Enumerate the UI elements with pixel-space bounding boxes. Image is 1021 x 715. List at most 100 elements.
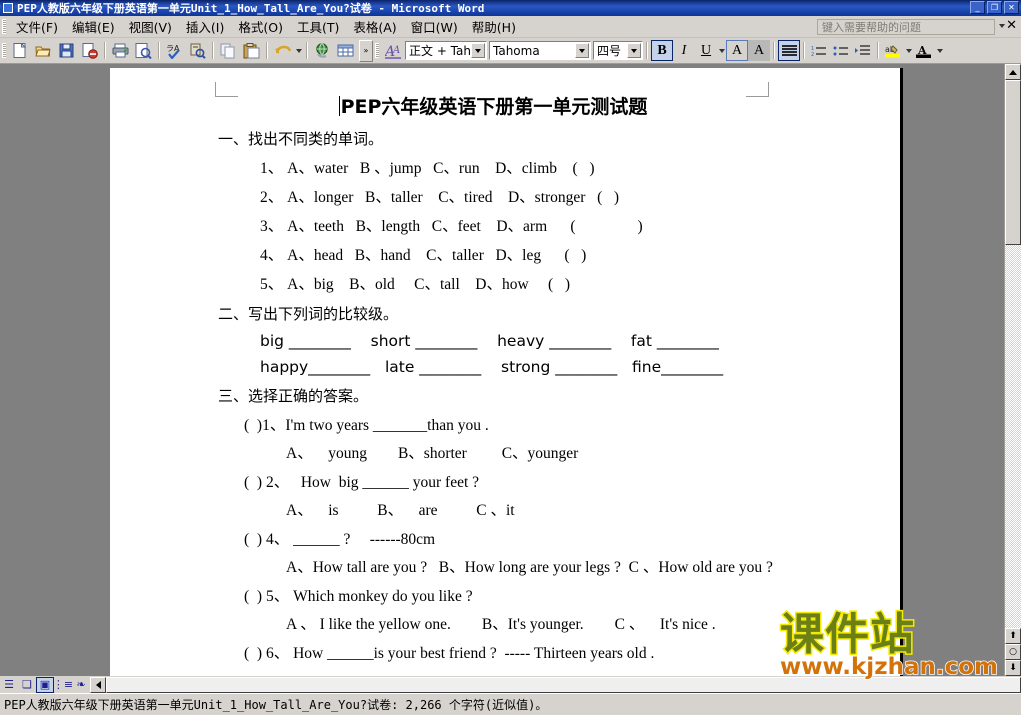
circle-icon: ○ — [1009, 647, 1017, 657]
chevron-down-icon[interactable] — [999, 24, 1005, 28]
font-dropdown-icon[interactable] — [575, 43, 589, 58]
font-size-dropdown-icon[interactable] — [627, 43, 641, 58]
document-canvas[interactable]: PEP六年级英语下册第一单元测试题 一、找出不同类的单词。 1、 A、water… — [0, 64, 1021, 676]
highlight-dropdown-icon[interactable] — [904, 40, 913, 61]
standard-toolbar-drag-handle[interactable] — [2, 43, 6, 58]
toolbar-separator — [212, 42, 214, 59]
menu-item-tools[interactable]: 工具(T) — [290, 15, 346, 38]
next-page-button[interactable]: ⬇ — [1005, 660, 1021, 676]
normal-view-button[interactable]: ☰ — [0, 677, 18, 693]
web-layout-view-button[interactable]: ❏ — [18, 677, 36, 693]
spelling-check-icon[interactable]: ラA — [164, 40, 185, 61]
highlight-button[interactable]: ab — [882, 40, 904, 61]
toolbar-separator — [773, 42, 775, 59]
question-row: 1、 A、water B 、jump C、run D、climb ( ) — [260, 160, 595, 177]
font-combobox[interactable]: Tahoma — [489, 41, 591, 60]
underline-dropdown-icon[interactable] — [717, 40, 726, 61]
help-search-input[interactable]: 键入需要帮助的问题 — [817, 19, 995, 35]
bulleted-list-button[interactable] — [830, 40, 852, 61]
horizontal-scrollbar-row: ☰ ❏ ▣ ⋮≡ ❧ — [0, 676, 1021, 693]
print-preview-icon[interactable] — [133, 40, 154, 61]
word-document-icon — [2, 2, 14, 14]
vertical-scroll-thumb[interactable] — [1005, 80, 1021, 245]
svg-text:2: 2 — [811, 52, 814, 57]
horizontal-scroll-track[interactable] — [106, 676, 1021, 693]
print-layout-view-button[interactable]: ▣ — [36, 676, 54, 693]
align-justify-button[interactable] — [778, 40, 800, 61]
choice-question: ( )1、I'm two years _______than you . — [244, 417, 489, 434]
insert-hyperlink-icon[interactable] — [312, 40, 333, 61]
choice-question: ( ) 6、 How ______is your best friend ? -… — [244, 645, 655, 662]
font-color-dropdown-icon[interactable] — [935, 40, 944, 61]
toolbar: ラA » AA 正文 + Tahc Tahoma 四号 B I U A A 1 … — [0, 38, 1021, 64]
style-combobox[interactable]: 正文 + Tahc — [405, 41, 487, 60]
research-icon[interactable] — [187, 40, 208, 61]
menu-item-format[interactable]: 格式(O) — [231, 15, 290, 38]
page-title: PEP六年级英语下册第一单元测试题 — [110, 92, 900, 119]
undo-icon[interactable] — [272, 40, 293, 61]
section-heading-two: 二、写出下列词的比较级。 — [218, 305, 399, 323]
close-document-button[interactable]: ✕ — [1006, 18, 1017, 34]
formatting-toolbar-drag-handle[interactable] — [375, 43, 379, 58]
status-bar: PEP人教版六年级下册英语第一单元Unit_1_How_Tall_Are_You… — [0, 693, 1021, 715]
shrink-font-button[interactable]: A — [748, 40, 770, 61]
toolbar-separator — [646, 42, 648, 59]
toolbar-separator — [266, 42, 268, 59]
paste-icon[interactable] — [241, 40, 262, 61]
insert-table-icon[interactable] — [335, 40, 356, 61]
toolbar-separator — [877, 42, 879, 59]
style-dropdown-icon[interactable] — [471, 43, 485, 58]
vertical-scroll-track[interactable] — [1005, 80, 1021, 660]
toolbar-separator — [104, 42, 106, 59]
scroll-left-button[interactable] — [90, 676, 106, 693]
save-icon[interactable] — [56, 40, 77, 61]
increase-indent-button[interactable] — [852, 40, 874, 61]
document-page[interactable]: PEP六年级英语下册第一单元测试题 一、找出不同类的单词。 1、 A、water… — [110, 68, 903, 676]
question-row: 3、 A、teeth B、length C、feet D、arm ( ) — [260, 218, 643, 235]
open-folder-icon[interactable] — [33, 40, 54, 61]
grow-font-button[interactable]: A — [726, 40, 748, 61]
print-icon[interactable] — [110, 40, 131, 61]
toolbar-overflow-button[interactable]: » — [359, 39, 373, 62]
menu-item-edit[interactable]: 编辑(E) — [65, 15, 122, 38]
toolbar-separator — [158, 42, 160, 59]
italic-button[interactable]: I — [673, 40, 695, 61]
reading-layout-view-button[interactable]: ❧ — [72, 677, 90, 693]
styles-and-formatting-icon[interactable]: AA — [383, 40, 404, 61]
toolbar-overflow-icon: » — [363, 46, 369, 55]
close-button[interactable]: ✕ — [1004, 1, 1019, 14]
comparative-row: big ________ short ________ heavy ______… — [260, 332, 719, 350]
vertical-scrollbar[interactable]: ⬆ ○ ⬇ — [1004, 64, 1021, 676]
font-size-combobox[interactable]: 四号 — [593, 41, 643, 60]
minimize-button[interactable]: _ — [970, 1, 985, 14]
menu-item-insert[interactable]: 插入(I) — [179, 15, 231, 38]
select-browse-object-button[interactable]: ○ — [1005, 644, 1021, 660]
choice-options: A、How tall are you ? B、How long are your… — [286, 559, 773, 576]
menu-drag-handle[interactable] — [2, 19, 6, 34]
section-heading-three: 三、选择正确的答案。 — [218, 387, 369, 405]
word-application-window: PEP人教版六年级下册英语第一单元Unit_1_How_Tall_Are_You… — [0, 0, 1021, 715]
question-row: 4、 A、head B、hand C、taller D、leg ( ) — [260, 247, 587, 264]
menu-item-file[interactable]: 文件(F) — [9, 15, 65, 38]
choice-question: ( ) 5、 Which monkey do you like ? — [244, 588, 473, 605]
menu-item-table[interactable]: 表格(A) — [346, 15, 403, 38]
undo-dropdown-icon[interactable] — [294, 40, 303, 61]
copy-icon[interactable] — [218, 40, 239, 61]
permission-icon[interactable] — [79, 40, 100, 61]
menu-item-help[interactable]: 帮助(H) — [465, 15, 523, 38]
previous-page-button[interactable]: ⬆ — [1005, 628, 1021, 644]
page-title-rest: 六年级英语下册第一单元测试题 — [381, 96, 648, 118]
restore-button[interactable]: ❐ — [987, 1, 1002, 14]
menu-item-view[interactable]: 视图(V) — [122, 15, 179, 38]
font-color-button[interactable]: A — [913, 40, 935, 61]
toolbar-separator — [803, 42, 805, 59]
underline-button[interactable]: U — [695, 40, 717, 61]
scroll-up-button[interactable] — [1005, 64, 1021, 80]
new-document-icon[interactable] — [10, 40, 31, 61]
numbered-list-button[interactable]: 12 — [808, 40, 830, 61]
menu-item-window[interactable]: 窗口(W) — [404, 15, 465, 38]
choice-options: A、 young B、shorter C、younger — [286, 445, 579, 462]
outline-view-button[interactable]: ⋮≡ — [53, 677, 73, 693]
window-controls: _ ❐ ✕ — [970, 1, 1019, 14]
bold-button[interactable]: B — [651, 40, 673, 61]
